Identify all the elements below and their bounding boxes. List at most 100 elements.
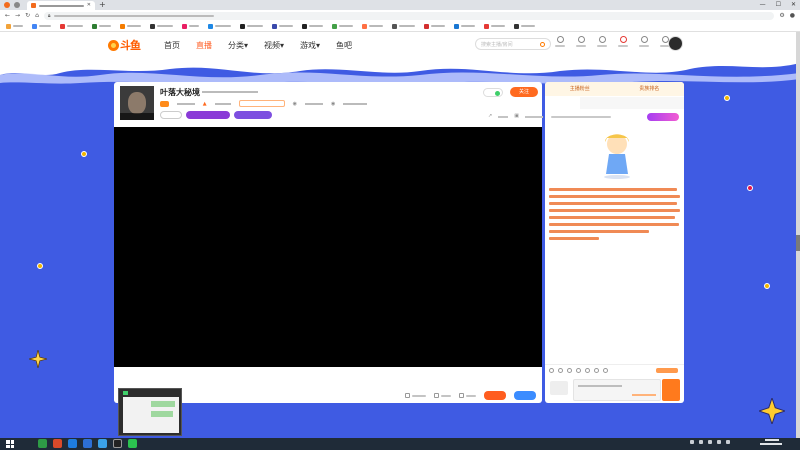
control-item[interactable] xyxy=(459,393,476,398)
bookmark-item[interactable] xyxy=(60,23,83,29)
nav-home[interactable]: 首页 xyxy=(164,40,180,51)
chat-user-avatar xyxy=(550,381,568,395)
chat-input[interactable] xyxy=(573,379,661,401)
rank-tab[interactable] xyxy=(545,97,580,109)
tab-noble[interactable]: 贵族排名 xyxy=(615,82,685,96)
bookmark-item[interactable] xyxy=(240,23,263,29)
report-room-icon[interactable]: ▣ xyxy=(514,113,519,119)
bookmark-item[interactable] xyxy=(302,23,323,29)
tray-icon[interactable] xyxy=(717,440,721,444)
follow-button[interactable]: 关注 xyxy=(510,87,538,97)
scrollbar-thumb[interactable] xyxy=(796,235,800,251)
tool-icon[interactable] xyxy=(594,368,599,373)
url-field[interactable]: 🔒︎ xyxy=(43,11,775,20)
control-item[interactable] xyxy=(405,393,426,398)
taskbar-app-icon[interactable] xyxy=(68,439,77,448)
gift-button[interactable] xyxy=(484,391,506,400)
bookmark-item[interactable] xyxy=(484,23,505,29)
tool-icon[interactable] xyxy=(558,368,563,373)
emoji-icon[interactable] xyxy=(549,368,554,373)
tab-switcher-icon[interactable] xyxy=(14,2,20,8)
event-pill[interactable] xyxy=(186,111,230,119)
streamer-avatar[interactable] xyxy=(120,86,154,120)
main-nav: 首页 直播 分类▾ 视频▾ 游戏▾ 鱼吧 xyxy=(164,40,352,51)
nav-games[interactable]: 游戏▾ xyxy=(300,40,320,51)
bookmark-item[interactable] xyxy=(272,23,293,29)
back-icon[interactable]: ← xyxy=(5,12,10,19)
taskbar-window-preview[interactable] xyxy=(118,388,182,436)
bookmark-item[interactable] xyxy=(514,23,535,29)
video-player[interactable] xyxy=(114,127,542,367)
bookmark-item[interactable] xyxy=(362,23,383,29)
maximize-icon[interactable]: ☐ xyxy=(776,0,781,10)
user-avatar[interactable] xyxy=(668,36,683,51)
tool-icon[interactable] xyxy=(585,368,590,373)
search-icon[interactable] xyxy=(540,41,545,47)
nav-video[interactable]: 视频▾ xyxy=(264,40,284,51)
search-input[interactable]: 搜索主播/房间 xyxy=(475,38,551,50)
taskbar-app-icon[interactable] xyxy=(83,439,92,448)
bookmark-item[interactable] xyxy=(120,23,141,29)
taskbar-app-icon[interactable] xyxy=(113,439,122,448)
rank-tab[interactable] xyxy=(615,97,650,109)
share-icon[interactable]: ↗ xyxy=(488,113,492,119)
windows-start-icon[interactable] xyxy=(6,440,14,448)
bookmark-item[interactable] xyxy=(32,23,51,29)
bookmark-item[interactable] xyxy=(150,23,173,29)
taskbar-app-icon[interactable] xyxy=(128,439,137,448)
bookmark-item[interactable] xyxy=(92,23,111,29)
close-icon[interactable]: ✕ xyxy=(87,3,91,8)
send-button[interactable] xyxy=(662,379,680,401)
recharge-button[interactable] xyxy=(514,391,536,400)
nav-live[interactable]: 直播 xyxy=(196,40,212,51)
taskbar-app-icon[interactable] xyxy=(53,439,62,448)
nav-category[interactable]: 分类▾ xyxy=(228,40,248,51)
rank-tab[interactable] xyxy=(649,97,684,109)
tray-icon[interactable] xyxy=(690,440,694,444)
chat-log-button[interactable] xyxy=(656,368,678,373)
report-icon[interactable]: ◉ xyxy=(293,101,297,107)
download-icon[interactable] xyxy=(637,36,651,47)
bookmark-item[interactable] xyxy=(182,23,199,29)
browser-menu-icon[interactable] xyxy=(4,2,10,8)
reload-icon[interactable]: ↻ xyxy=(25,12,30,19)
site-logo[interactable]: 斗鱼 xyxy=(108,37,142,53)
rank-tag[interactable] xyxy=(238,100,285,107)
browser-tab-active[interactable]: ✕ xyxy=(27,1,95,10)
profile-icon[interactable]: ● xyxy=(790,12,795,19)
room-meta-row: ▲ ◉ ◉ xyxy=(160,100,368,107)
messages-icon[interactable] xyxy=(616,36,630,47)
extensions-icon[interactable]: ⚙ xyxy=(779,12,784,19)
bookmark-item[interactable] xyxy=(424,23,445,29)
bookmark-item[interactable] xyxy=(6,23,23,29)
taskbar-clock[interactable] xyxy=(760,439,784,449)
bookmark-item[interactable] xyxy=(332,23,353,29)
bookmark-item[interactable] xyxy=(208,23,231,29)
notification-toggle[interactable] xyxy=(483,88,503,97)
minimize-icon[interactable]: — xyxy=(760,0,766,10)
follow-list-icon[interactable] xyxy=(574,36,588,47)
home-icon[interactable]: ⌂ xyxy=(35,12,39,19)
forward-icon[interactable]: → xyxy=(15,12,20,19)
new-tab-icon[interactable]: + xyxy=(99,0,106,10)
rank-tab[interactable] xyxy=(580,97,615,109)
tray-icon[interactable] xyxy=(708,440,712,444)
tag-pill[interactable] xyxy=(160,111,182,119)
tool-icon[interactable] xyxy=(567,368,572,373)
tab-fans[interactable]: 主播粉丝 xyxy=(545,82,615,96)
history-icon[interactable] xyxy=(553,36,567,47)
event-pill[interactable] xyxy=(234,111,272,119)
bookmark-item[interactable] xyxy=(454,23,475,29)
tray-icon[interactable] xyxy=(726,440,730,444)
control-item[interactable] xyxy=(434,393,451,398)
tool-icon[interactable] xyxy=(603,368,608,373)
nav-fishbar[interactable]: 鱼吧 xyxy=(336,40,352,51)
taskbar-app-icon[interactable] xyxy=(98,439,107,448)
taskbar-app-icon[interactable] xyxy=(38,439,47,448)
promo-badge[interactable] xyxy=(647,113,679,121)
tool-icon[interactable] xyxy=(576,368,581,373)
tray-icon[interactable] xyxy=(699,440,703,444)
window-close-icon[interactable]: ✕ xyxy=(791,0,796,10)
open-live-icon[interactable] xyxy=(595,36,609,47)
bookmark-item[interactable] xyxy=(392,23,415,29)
